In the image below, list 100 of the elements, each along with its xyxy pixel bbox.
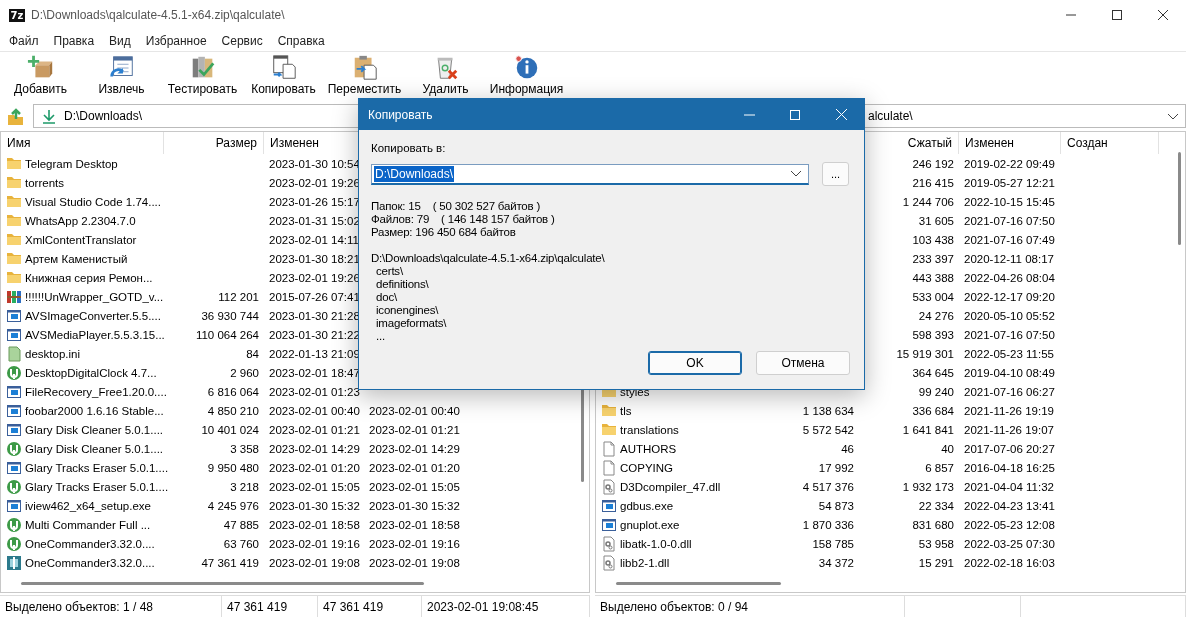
- file-name[interactable]: Glary Disk Cleaner 5.0.1....: [25, 423, 164, 436]
- file-icon: [601, 459, 617, 476]
- app-window-icon: [6, 402, 22, 419]
- source-folder: doc\: [375, 291, 398, 304]
- chevron-down-icon: [1167, 112, 1179, 120]
- file-size: 34 372: [818, 556, 854, 569]
- file-name[interactable]: Книжная серия Ремон...: [25, 271, 153, 284]
- file-name[interactable]: Glary Tracks Eraser 5.0.1....: [25, 461, 169, 474]
- modified-date: 2020-12-11 08:17: [964, 252, 1054, 265]
- status-text: 47 361 419: [323, 599, 384, 614]
- menu-item[interactable]: Правка: [53, 33, 95, 48]
- file-size: 9 950 480: [207, 461, 259, 474]
- file-name[interactable]: DesktopDigitalClock 4.7...: [25, 366, 157, 379]
- file-name[interactable]: !!!!!!UnWrapper_GOTD_v...: [25, 290, 164, 303]
- menu-item[interactable]: Справка: [277, 33, 325, 48]
- test-button[interactable]: Тестировать: [162, 52, 243, 102]
- file-name[interactable]: AUTHORS: [620, 442, 677, 455]
- folder-icon: [7, 158, 21, 169]
- app-window-icon: [6, 459, 22, 476]
- file-name[interactable]: gnuplot.exe: [620, 518, 680, 531]
- file-name[interactable]: Glary Disk Cleaner 5.0.1....: [25, 442, 164, 455]
- file-name[interactable]: Telegram Desktop: [25, 157, 118, 170]
- packed-size: 6 857: [925, 461, 954, 474]
- cancel-button[interactable]: Отмена: [756, 351, 850, 375]
- file-name[interactable]: libb2-1.dll: [620, 556, 670, 569]
- browse-button[interactable]: ...: [822, 162, 849, 186]
- menu-item[interactable]: Избранное: [145, 33, 207, 48]
- file-name[interactable]: foobar2000 1.6.16 Stable...: [25, 404, 164, 417]
- modified-date: 2023-01-30 18:21: [269, 252, 360, 265]
- file-name[interactable]: Multi Commander Full ...: [25, 518, 151, 531]
- file-name[interactable]: Glary Tracks Eraser 5.0.1....: [25, 480, 169, 493]
- file-name[interactable]: OneCommander3.32.0....: [25, 556, 155, 569]
- file-name[interactable]: FileRecovery_Free1.20.0....: [25, 385, 167, 398]
- maximize-icon: [1112, 10, 1122, 20]
- modified-date: 2023-02-01 18:47: [269, 366, 360, 379]
- status-text: Выделено объектов: 0 / 94: [600, 599, 749, 614]
- packed-size: 533 004: [912, 290, 954, 303]
- round-logo-icon: [6, 364, 22, 381]
- source-folder: certs\: [375, 265, 404, 278]
- destination-combobox[interactable]: D:\Downloads\: [371, 163, 809, 185]
- file-name[interactable]: OneCommander3.32.0....: [25, 537, 155, 550]
- app-window-icon: [6, 383, 22, 400]
- file-name[interactable]: gdbus.exe: [620, 499, 674, 512]
- file-name[interactable]: libatk-1.0-0.dll: [620, 537, 692, 550]
- column-header[interactable]: Имя: [1, 132, 164, 154]
- horizontal-scrollbar[interactable]: [616, 582, 781, 585]
- round-logo-icon: [6, 478, 22, 495]
- packed-size: 103 438: [912, 233, 954, 246]
- menu-item[interactable]: Вид: [109, 33, 131, 48]
- created-date: 2023-02-01 18:58: [369, 518, 460, 531]
- up-folder-icon: [6, 107, 24, 125]
- info-button[interactable]: Информация: [486, 52, 567, 102]
- packed-size: 40: [941, 442, 954, 455]
- summary-line: Папок: 15 ( 50 302 527 байтов ): [371, 200, 542, 213]
- menu-item[interactable]: Сервис: [221, 33, 263, 48]
- modified-date: 2023-02-01 19:08: [269, 556, 360, 569]
- menu-item[interactable]: Файл: [9, 33, 39, 48]
- source-path: D:\Downloads\qalculate-4.5.1-x64.zip\qalculate\: [371, 252, 606, 265]
- file-name[interactable]: AVSMediaPlayer.5.5.3.15...: [25, 328, 165, 341]
- vertical-scrollbar[interactable]: [1178, 152, 1181, 245]
- horizontal-scrollbar[interactable]: [21, 582, 424, 585]
- copy-button[interactable]: Копировать: [243, 52, 324, 102]
- file-size: 36 930 744: [201, 309, 259, 322]
- modified-date: 2016-04-18 16:25: [964, 461, 1055, 474]
- modified-date: 2021-07-16 07:50: [964, 328, 1055, 341]
- file-name[interactable]: COPYING: [620, 461, 674, 474]
- extract-button[interactable]: Извлечь: [81, 52, 162, 102]
- column-header[interactable]: Изменен: [959, 132, 1061, 154]
- file-size: 84: [246, 347, 259, 360]
- add-button[interactable]: Добавить: [0, 52, 81, 102]
- file-name[interactable]: torrents: [25, 176, 64, 189]
- file-name[interactable]: translations: [620, 423, 679, 436]
- column-header[interactable]: Создан: [1061, 132, 1159, 154]
- summary-line: Размер: 196 450 684 байтов: [371, 226, 517, 239]
- file-size: 3 358: [230, 442, 259, 455]
- round-logo-icon: [6, 535, 22, 552]
- modified-date: 2021-11-26 19:07: [964, 423, 1054, 436]
- file-name[interactable]: tls: [620, 404, 632, 417]
- window-title: D:\Downloads\qalculate-4.5.1-x64.zip\qalculate\: [31, 8, 286, 22]
- file-name[interactable]: AVSImageConverter.5.5....: [25, 309, 161, 322]
- packed-size: 443 388: [912, 271, 954, 284]
- packed-size: 1 244 706: [902, 195, 954, 208]
- file-name[interactable]: Visual Studio Code 1.74....: [25, 195, 161, 208]
- archive-icon: [6, 288, 22, 305]
- modified-date: 2023-02-01 19:16: [269, 537, 360, 550]
- app-window-icon: [6, 326, 22, 343]
- modified-date: 2023-02-01 15:05: [269, 480, 360, 493]
- file-size: 17 992: [818, 461, 854, 474]
- file-name[interactable]: XmlContentTranslator: [25, 233, 137, 246]
- file-name[interactable]: iview462_x64_setup.exe: [25, 499, 151, 512]
- file-name[interactable]: D3Dcompiler_47.dll: [620, 480, 721, 493]
- file-name[interactable]: Артем Каменистый: [25, 252, 128, 265]
- ok-button[interactable]: OK: [648, 351, 742, 375]
- column-header[interactable]: Размер: [164, 132, 264, 154]
- packed-size: 24 276: [918, 309, 954, 322]
- file-name[interactable]: WhatsApp 2.2304.7.0: [25, 214, 136, 227]
- file-name[interactable]: desktop.ini: [25, 347, 80, 360]
- file-size: 6 816 064: [207, 385, 259, 398]
- source-folder: definitions\: [375, 278, 430, 291]
- file-size: 10 401 024: [201, 423, 259, 436]
